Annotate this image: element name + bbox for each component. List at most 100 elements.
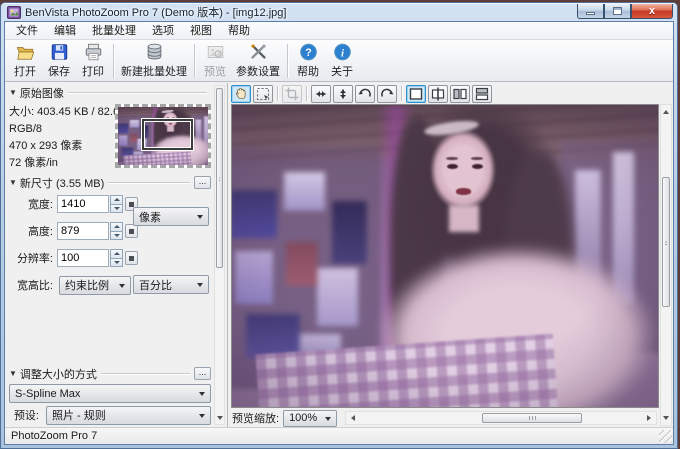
navigator-thumbnail[interactable] [115, 104, 211, 168]
marquee-tool-button[interactable] [253, 85, 273, 103]
chevron-down-icon [199, 414, 205, 421]
scroll-left-button[interactable] [347, 412, 359, 424]
view-split-button[interactable] [428, 85, 448, 103]
photo-art [232, 105, 658, 407]
flip-horizontal-button[interactable] [311, 85, 331, 103]
app-icon [7, 6, 21, 19]
reset-icon [129, 256, 134, 261]
hand-icon [233, 86, 249, 102]
window-title: BenVista PhotoZoom Pro 7 (Demo 版本) - [im… [25, 4, 286, 20]
app-window: BenVista PhotoZoom Pro 7 (Demo 版本) - [im… [0, 2, 678, 449]
sidebar-scrollbar[interactable] [214, 85, 225, 425]
view-side-by-side-icon [452, 86, 468, 102]
preset-select[interactable]: 照片 - 规则 [46, 406, 211, 425]
new-size-section-header[interactable]: ▼ 新尺寸 (3.55 MB) ... [9, 175, 211, 190]
rotate-cw-button[interactable] [377, 85, 397, 103]
menu-help[interactable]: 帮助 [220, 21, 258, 41]
menu-file[interactable]: 文件 [8, 21, 46, 41]
chevron-down-icon [197, 215, 203, 222]
save-button[interactable]: 保存 [42, 41, 76, 81]
open-button[interactable]: 打开 [8, 41, 42, 81]
batch-database-icon [144, 42, 165, 62]
new-batch-button[interactable]: 新建批量处理 [117, 41, 191, 81]
collapse-icon: ▼ [9, 178, 17, 187]
minimize-button[interactable] [577, 4, 604, 19]
help-button[interactable]: ? 帮助 [291, 41, 325, 81]
rotate-ccw-button[interactable] [355, 85, 375, 103]
vertical-scrollbar-thumb[interactable] [662, 177, 670, 307]
view-stacked-button[interactable] [472, 85, 492, 103]
resolution-label: 分辨率: [9, 250, 53, 266]
view-split-icon [430, 86, 446, 102]
reset-icon [129, 229, 134, 234]
viewer-toolbar-separator [277, 86, 278, 101]
menu-bar: 文件 编辑 批量处理 选项 视图 帮助 [5, 22, 673, 40]
preset-label: 预设: [9, 407, 39, 423]
height-input[interactable] [57, 222, 109, 240]
sidebar-scrollbar-thumb[interactable] [216, 88, 223, 268]
horizontal-scrollbar[interactable] [345, 411, 657, 425]
menu-view[interactable]: 视图 [182, 21, 220, 41]
preview-zoom-label: 预览缩放: [232, 410, 279, 426]
main-toolbar: 打开 保存 打印 [5, 40, 673, 82]
horizontal-scrollbar-thumb[interactable] [482, 413, 581, 423]
status-text: PhotoZoom Pro 7 [11, 430, 97, 442]
resize-grip[interactable] [659, 430, 672, 443]
width-stepper[interactable] [110, 195, 123, 213]
help-icon: ? [298, 42, 319, 62]
new-size-more-button[interactable]: ... [194, 176, 211, 189]
close-button[interactable]: x [631, 4, 673, 19]
chevron-down-icon [325, 417, 331, 424]
flip-horizontal-icon [313, 86, 329, 102]
original-size: 大小: 403.45 KB / 82.65 KB [9, 104, 115, 121]
resize-method-more-button[interactable]: ... [194, 367, 211, 380]
preview-image-icon [205, 42, 226, 62]
algorithm-select[interactable]: S-Spline Max [9, 384, 211, 403]
resolution-reset-button[interactable] [125, 251, 138, 265]
height-label: 高度: [9, 223, 53, 239]
resolution-stepper[interactable] [110, 249, 123, 267]
close-icon: x [649, 6, 655, 16]
svg-text:?: ? [305, 47, 312, 59]
thumbnail-selection-rect[interactable] [142, 119, 192, 150]
preview-button: 预览 [198, 41, 232, 81]
size-unit-select[interactable]: 像素 [133, 207, 209, 226]
flip-vertical-button[interactable] [333, 85, 353, 103]
about-button[interactable]: i 关于 [325, 41, 359, 81]
width-label: 宽度: [9, 196, 53, 212]
vertical-scrollbar[interactable] [660, 104, 672, 426]
menu-options[interactable]: 选项 [144, 21, 182, 41]
chevron-down-icon [199, 392, 205, 399]
status-bar: PhotoZoom Pro 7 [5, 427, 673, 444]
menu-batch[interactable]: 批量处理 [84, 21, 144, 41]
open-folder-icon [15, 42, 36, 62]
height-stepper[interactable] [110, 222, 123, 240]
print-icon [83, 42, 104, 62]
resolution-input[interactable] [57, 249, 109, 267]
original-image-section-header[interactable]: ▼ 原始图像 [9, 85, 211, 100]
scroll-right-button[interactable] [643, 412, 655, 424]
maximize-button[interactable] [604, 4, 631, 19]
original-mode: RGB/8 [9, 121, 115, 138]
pan-tool-button[interactable] [231, 85, 251, 103]
sidebar-scroll-down-button[interactable] [216, 412, 223, 423]
height-reset-button[interactable] [125, 224, 138, 238]
marquee-icon [255, 86, 271, 102]
resolution-unit-select[interactable]: 百分比 [133, 275, 209, 294]
scroll-up-button[interactable] [662, 106, 670, 118]
settings-button[interactable]: 参数设置 [232, 41, 284, 81]
print-button[interactable]: 打印 [76, 41, 110, 81]
resize-method-section-header[interactable]: ▼ 调整大小的方式 ... [9, 366, 211, 381]
settings-sidebar: ▼ 原始图像 大小: 403.45 KB / 82.65 KB RGB/8 47… [5, 83, 228, 427]
original-resolution: 72 像素/in [9, 155, 115, 172]
view-side-by-side-button[interactable] [450, 85, 470, 103]
titlebar[interactable]: BenVista PhotoZoom Pro 7 (Demo 版本) - [im… [1, 3, 677, 20]
menu-edit[interactable]: 编辑 [46, 21, 84, 41]
scroll-down-button[interactable] [662, 412, 670, 424]
width-input[interactable] [57, 195, 109, 213]
view-single-button[interactable] [406, 85, 426, 103]
aspect-ratio-select[interactable]: 约束比例 [59, 276, 131, 295]
toolbar-separator [113, 44, 114, 78]
image-canvas[interactable] [231, 104, 659, 408]
preview-zoom-select[interactable]: 100% [283, 410, 337, 427]
